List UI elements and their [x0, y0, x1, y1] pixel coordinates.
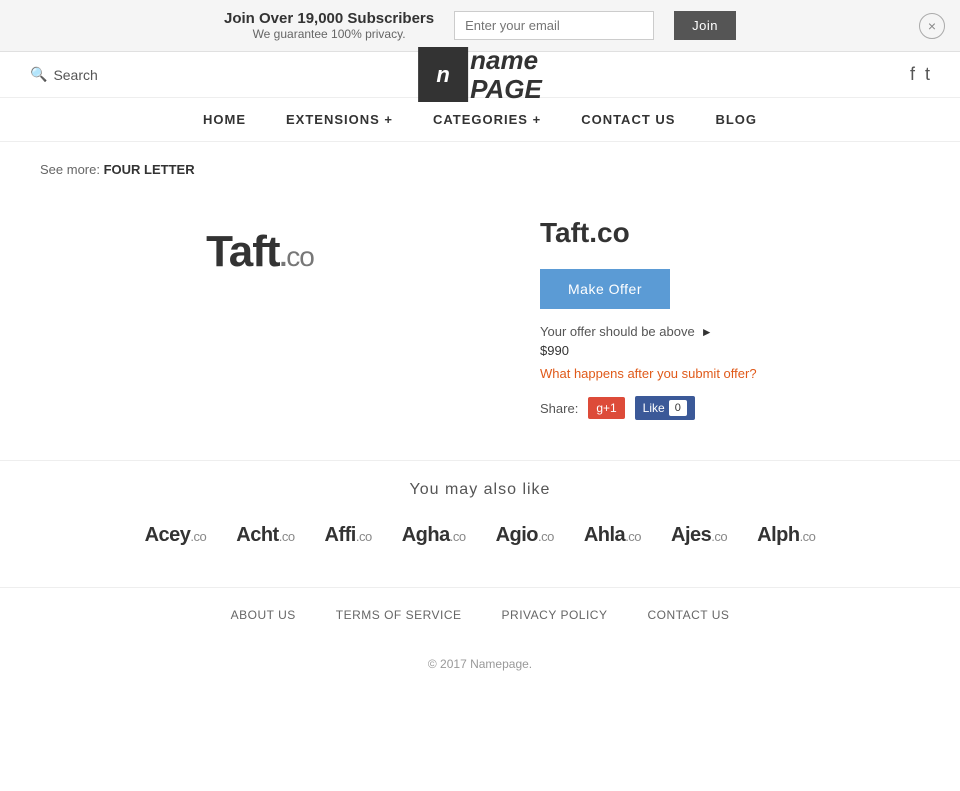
- footer-links: ABOUT US TERMS OF SERVICE PRIVACY POLICY…: [0, 587, 960, 642]
- share-label: Share:: [540, 401, 578, 416]
- breadcrumb-prefix: See more:: [40, 162, 100, 177]
- domain-card-name: Ahla.co: [584, 524, 641, 546]
- nav-extensions[interactable]: EXTENSIONS +: [286, 112, 393, 127]
- banner-headline: Join Over 19,000 Subscribers: [224, 10, 434, 27]
- nav-home[interactable]: HOME: [203, 112, 246, 127]
- offer-link[interactable]: What happens after you submit offer?: [540, 366, 920, 381]
- domain-card-ext: .co: [625, 529, 641, 544]
- footer-terms[interactable]: TERMS OF SERVICE: [336, 608, 462, 622]
- domain-logo-area: Taft.co: [40, 207, 480, 277]
- facebook-icon[interactable]: f: [910, 64, 915, 85]
- search-label: Search: [53, 67, 97, 83]
- social-icons: f t: [910, 64, 930, 85]
- domain-card[interactable]: Acey.co: [145, 524, 207, 547]
- header: 🔍 Search n name PAGE f t: [0, 52, 960, 98]
- domain-card-ext: .co: [356, 529, 372, 544]
- fb-count: 0: [669, 400, 687, 416]
- domain-card[interactable]: Ahla.co: [584, 524, 641, 547]
- banner-subline: We guarantee 100% privacy.: [224, 27, 434, 41]
- logo-name: name: [470, 46, 542, 75]
- make-offer-button[interactable]: Make Offer: [540, 269, 670, 309]
- logo-text: name PAGE: [470, 46, 542, 103]
- main-nav: HOME EXTENSIONS + CATEGORIES + CONTACT U…: [0, 98, 960, 142]
- also-like-title: You may also like: [40, 481, 920, 499]
- domain-title: Taft.co: [540, 217, 920, 249]
- domain-card[interactable]: Agha.co: [402, 524, 466, 547]
- logo-area: n name PAGE: [418, 46, 542, 103]
- twitter-icon[interactable]: t: [925, 64, 930, 85]
- breadcrumb-value[interactable]: FOUR LETTER: [104, 162, 195, 177]
- domain-card[interactable]: Ajes.co: [671, 524, 727, 547]
- footer-contact[interactable]: CONTACT US: [647, 608, 729, 622]
- close-button[interactable]: ×: [919, 13, 945, 39]
- copyright: © 2017 Namepage.: [428, 657, 532, 671]
- domain-card-ext: .co: [190, 529, 206, 544]
- domain-card-name: Acey.co: [145, 524, 207, 546]
- domain-card-name: Agio.co: [496, 524, 554, 546]
- logo-link[interactable]: n name PAGE: [418, 46, 542, 103]
- join-button[interactable]: Join: [674, 11, 736, 40]
- banner-text: Join Over 19,000 Subscribers We guarante…: [224, 10, 434, 41]
- domain-card-ext: .co: [538, 529, 554, 544]
- footer-about[interactable]: ABOUT US: [231, 608, 296, 622]
- nav-blog[interactable]: BLOG: [715, 112, 757, 127]
- offer-hint: Your offer should be above ►: [540, 324, 920, 339]
- google-plus-button[interactable]: g+1: [588, 397, 624, 419]
- facebook-like-button[interactable]: Like 0: [635, 396, 695, 420]
- offer-price: $990: [540, 343, 920, 358]
- email-input[interactable]: [454, 11, 654, 40]
- nav-contact[interactable]: CONTACT US: [581, 112, 675, 127]
- domain-card[interactable]: Acht.co: [236, 524, 294, 547]
- logo-icon: n: [418, 47, 468, 102]
- domain-card-name: Agha.co: [402, 524, 466, 546]
- domain-card-name: Acht.co: [236, 524, 294, 546]
- domain-card[interactable]: Alph.co: [757, 524, 815, 547]
- domain-logo-ext: co: [286, 241, 314, 272]
- logo-page: PAGE: [470, 75, 542, 104]
- domain-info: Taft.co Make Offer Your offer should be …: [540, 207, 920, 420]
- also-like-section: You may also like Acey.coAcht.coAffi.coA…: [0, 460, 960, 587]
- domain-card[interactable]: Agio.co: [496, 524, 554, 547]
- search-icon: 🔍: [30, 66, 47, 83]
- breadcrumb: See more: FOUR LETTER: [0, 142, 960, 197]
- nav-categories[interactable]: CATEGORIES +: [433, 112, 541, 127]
- domain-card-ext: .co: [711, 529, 727, 544]
- domain-logo-name: Taft.co: [206, 227, 314, 276]
- domain-card-name: Alph.co: [757, 524, 815, 546]
- domain-card-ext: .co: [279, 529, 295, 544]
- also-like-grid: Acey.co Acht.co Affi.co Agha.co Agio.co Ahla.…: [40, 524, 920, 547]
- share-row: Share: g+1 Like 0: [540, 396, 920, 420]
- domain-card-ext: .co: [800, 529, 816, 544]
- footer-privacy[interactable]: PRIVACY POLICY: [502, 608, 608, 622]
- offer-arrow-icon: ►: [701, 325, 713, 339]
- footer-bottom: © 2017 Namepage.: [0, 642, 960, 686]
- fb-like-label: Like: [643, 401, 665, 415]
- domain-card-name: Affi.co: [325, 524, 372, 546]
- main-content: Taft.co Taft.co Make Offer Your offer sh…: [0, 197, 960, 460]
- domain-card-ext: .co: [450, 529, 466, 544]
- domain-card-name: Ajes.co: [671, 524, 727, 546]
- domain-logo-word: Taft: [206, 227, 279, 276]
- search-area[interactable]: 🔍 Search: [30, 66, 98, 83]
- domain-card[interactable]: Affi.co: [325, 524, 372, 547]
- domain-logo-image: Taft.co: [206, 227, 314, 277]
